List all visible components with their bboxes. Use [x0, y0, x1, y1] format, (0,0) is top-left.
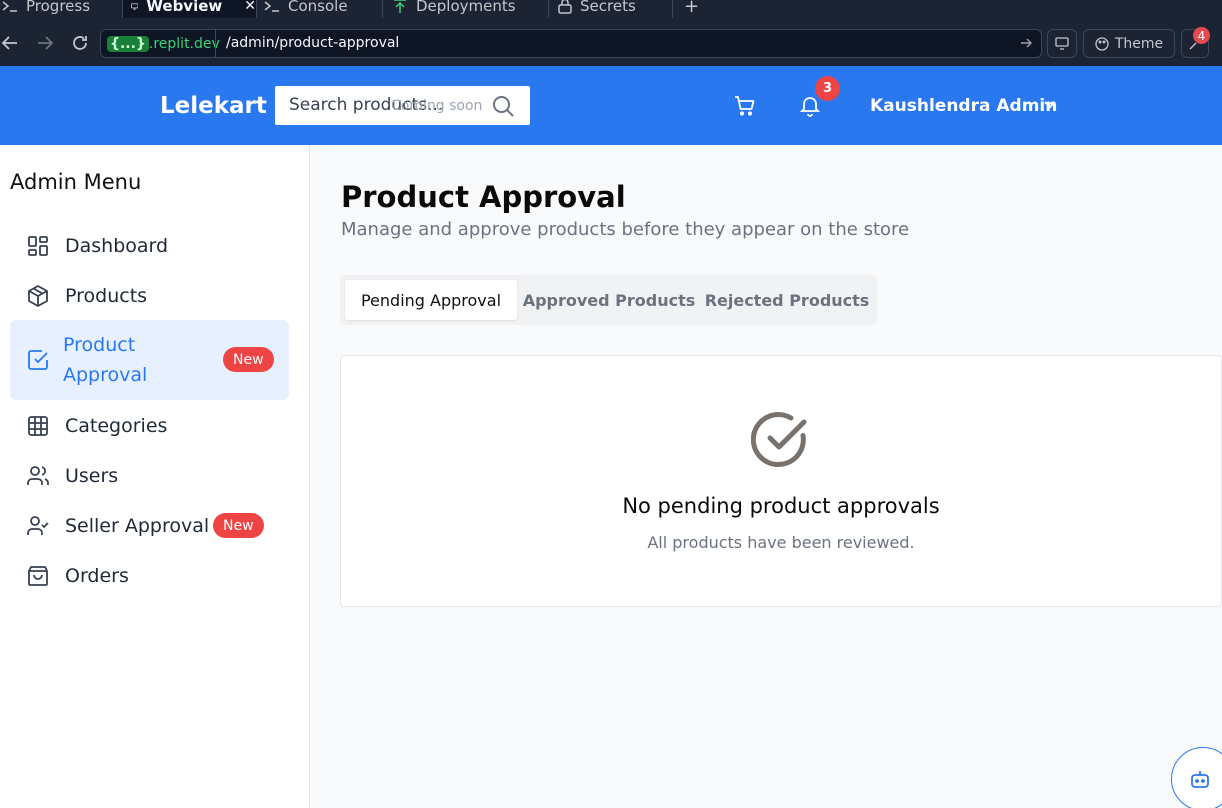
search-box: Coming soon	[275, 86, 530, 125]
new-badge: New	[213, 513, 264, 538]
box-icon	[28, 285, 48, 307]
lock-icon	[558, 0, 572, 14]
sidebar-item-users[interactable]: Users	[10, 451, 289, 501]
check-circle-icon	[751, 412, 807, 467]
new-badge: New	[223, 347, 274, 372]
ide-tab-bar: Progress Webview ✕ Console Deployments S…	[0, 0, 1222, 18]
theme-label: Theme	[1114, 35, 1164, 52]
users-icon	[27, 466, 49, 485]
shopping-bag-icon	[28, 566, 48, 586]
forward-arrow-icon[interactable]	[35, 33, 55, 53]
ide-tab-console[interactable]: Console	[264, 0, 382, 18]
ide-tab-secrets[interactable]: Secrets	[558, 0, 672, 18]
sidebar-item-categories[interactable]: Categories	[10, 401, 289, 451]
approval-tabs: Pending Approval Approved Products Rejec…	[340, 275, 877, 325]
sidebar-item-label: Dashboard	[65, 235, 169, 257]
sidebar-item-label: Orders	[65, 565, 129, 587]
ide-tab-label: Deployments	[416, 0, 516, 15]
ide-tab-deployments[interactable]: Deployments	[392, 0, 548, 18]
back-arrow-icon[interactable]	[0, 33, 20, 53]
empty-state-subtitle: All products have been reviewed.	[647, 533, 915, 552]
page-subtitle: Manage and approve products before they …	[341, 219, 910, 240]
url-host-domain: .replit.dev	[148, 36, 220, 52]
url-path: /admin/product-approval	[226, 35, 400, 51]
ide-tab-webview[interactable]: Webview ✕	[123, 0, 256, 18]
sidebar-item-label: Users	[65, 465, 119, 487]
theme-button[interactable]: Theme	[1083, 29, 1175, 58]
chevron-down-icon[interactable]	[1041, 96, 1059, 114]
search-icon[interactable]	[491, 94, 515, 118]
tab-pending-approval[interactable]: Pending Approval	[345, 280, 517, 320]
browser-url-bar: {...} .replit.dev /admin/product-approval…	[0, 18, 1222, 66]
url-field[interactable]: {...} .replit.dev /admin/product-approval	[100, 29, 1042, 58]
deploy-icon	[394, 0, 406, 13]
user-menu[interactable]: Kaushlendra Admin	[870, 96, 1057, 116]
checkbox-icon	[28, 350, 48, 370]
sidebar-item-dashboard[interactable]: Dashboard	[10, 221, 289, 271]
ide-tab-progress[interactable]: Progress	[0, 0, 122, 18]
logo[interactable]: Lelekart	[160, 93, 267, 119]
main-content: Product Approval Manage and approve prod…	[311, 145, 1222, 808]
empty-state-card: No pending product approvals All product…	[340, 355, 1222, 607]
grid-icon	[28, 416, 48, 436]
url-host-prefix: {...}	[107, 36, 149, 52]
close-icon[interactable]: ✕	[244, 0, 256, 14]
ide-tab-label: Webview	[146, 0, 223, 15]
robot-icon	[1191, 771, 1209, 788]
cart-icon[interactable]	[733, 94, 757, 118]
monitor-icon	[131, 3, 139, 9]
tab-rejected-products[interactable]: Rejected Products	[702, 280, 872, 320]
palette-icon	[1095, 36, 1109, 51]
devtools-button[interactable]	[1047, 29, 1077, 58]
sidebar-title: Admin Menu	[10, 170, 142, 194]
sidebar-item-label: Product Approval	[63, 334, 148, 386]
url-host: {...} .replit.dev	[107, 34, 220, 54]
empty-state-title: No pending product approvals	[622, 494, 940, 518]
notification-count-badge: 3	[815, 76, 840, 101]
dashboard-icon	[28, 236, 48, 256]
sidebar-item-products[interactable]: Products	[10, 271, 289, 321]
terminal-icon	[264, 1, 279, 12]
sidebar-item-product-approval[interactable]: Product Approval New	[10, 320, 289, 400]
ide-tab-label: Console	[288, 0, 348, 15]
terminal-icon	[2, 1, 17, 12]
sidebar-item-seller-approval[interactable]: Seller Approval New	[10, 501, 289, 551]
reload-icon[interactable]	[70, 33, 90, 53]
user-check-icon	[27, 516, 49, 535]
admin-sidebar: Admin Menu Dashboard Products Product Ap…	[0, 145, 310, 808]
tab-approved-products[interactable]: Approved Products	[520, 280, 698, 320]
ide-tab-label: Progress	[26, 0, 91, 15]
plus-icon: +	[684, 0, 700, 17]
screen-icon	[1055, 37, 1069, 50]
sidebar-item-orders[interactable]: Orders	[10, 551, 289, 601]
sidebar-item-label: Products	[65, 285, 148, 307]
tools-badge: 4	[1193, 27, 1210, 44]
ide-tab-label: Secrets	[580, 0, 636, 15]
page-title: Product Approval	[341, 180, 626, 214]
chat-assistant-button[interactable]	[1171, 747, 1222, 808]
arrow-right-icon[interactable]	[1019, 36, 1033, 50]
coming-soon-label: Coming soon	[391, 98, 483, 114]
sidebar-item-label: Seller Approval	[65, 515, 210, 537]
sidebar-item-label: Categories	[65, 415, 168, 437]
new-tab-button[interactable]: +	[684, 0, 704, 18]
app-header: Lelekart Coming soon 3 Kaushlendra Admin	[0, 66, 1222, 145]
